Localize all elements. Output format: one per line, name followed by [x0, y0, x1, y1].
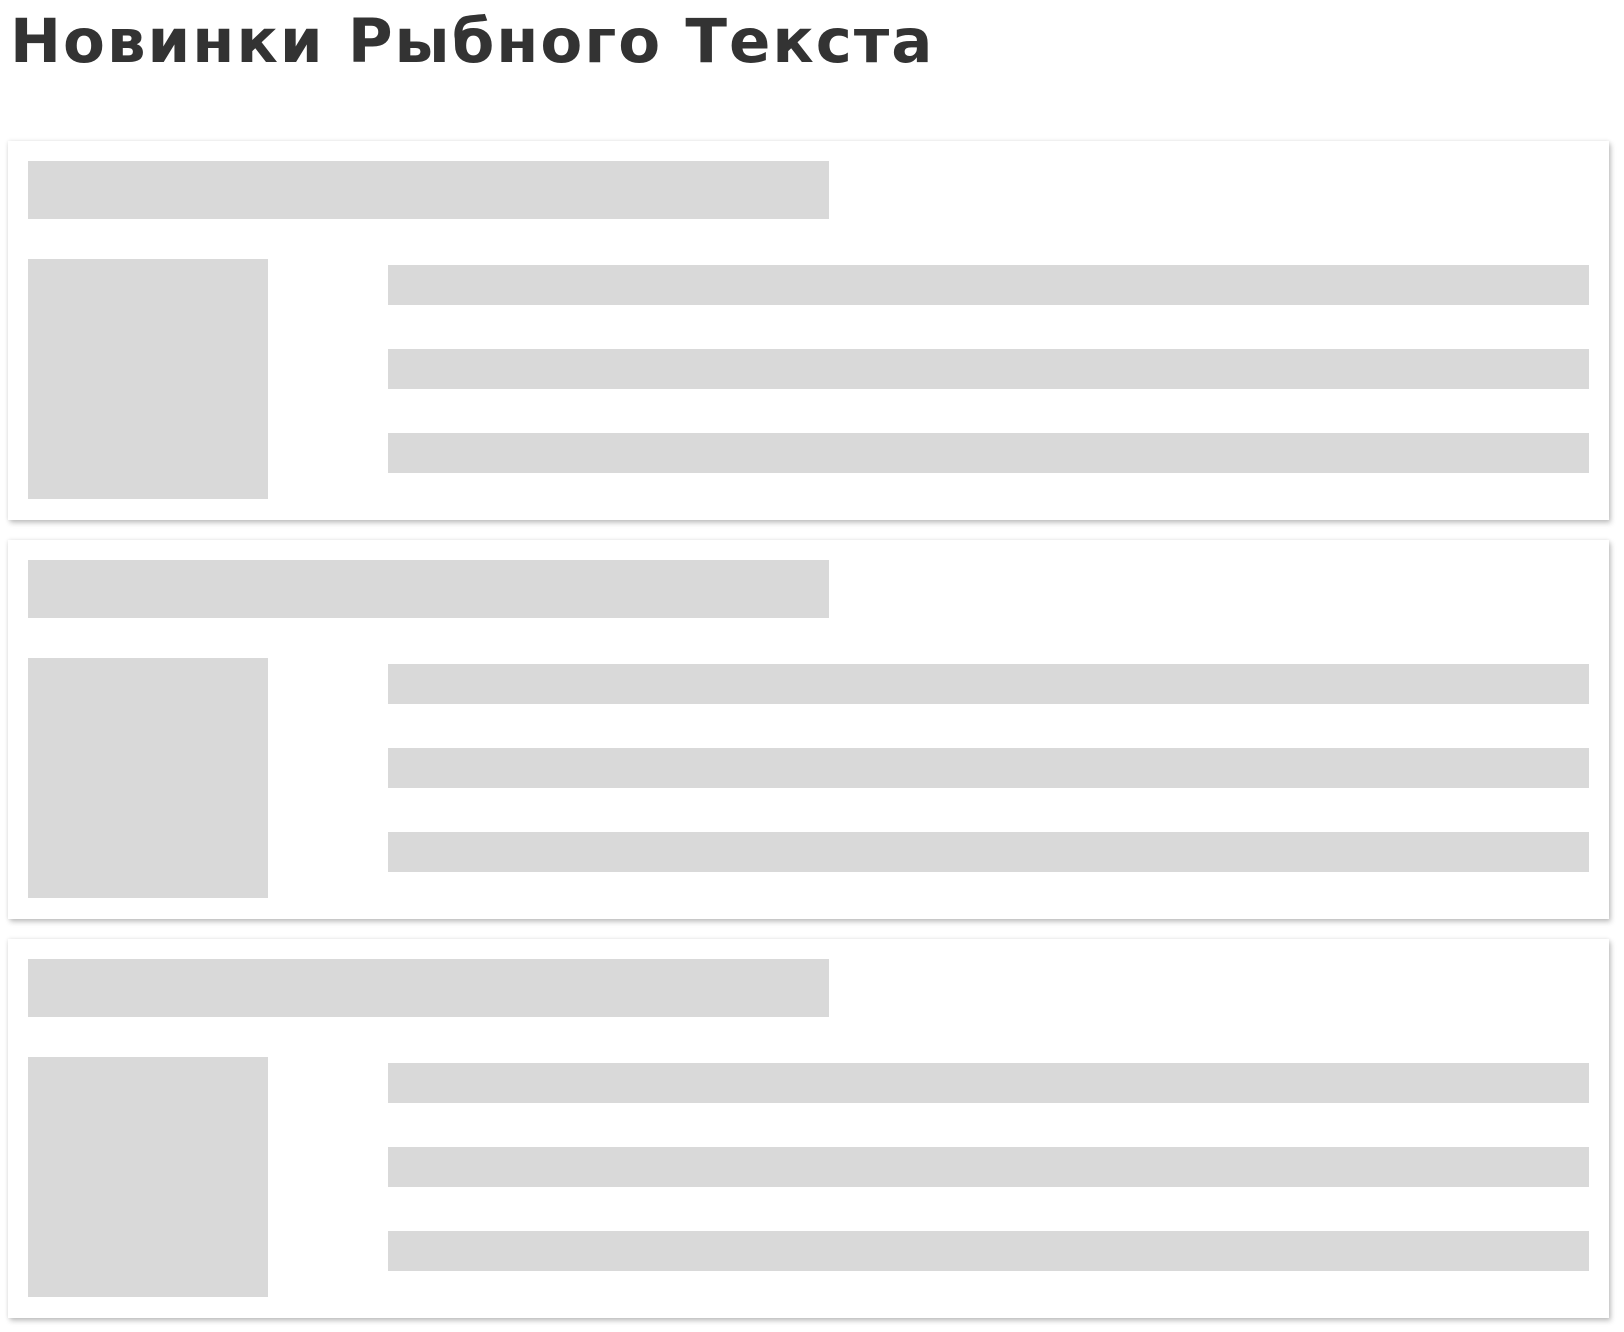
skeleton-thumbnail	[28, 259, 268, 499]
skeleton-thumbnail	[28, 658, 268, 898]
skeleton-thumbnail	[28, 1057, 268, 1297]
card-skeleton	[8, 141, 1609, 520]
card-skeleton	[8, 939, 1609, 1318]
page-title: Новинки Рыбного Текста	[10, 6, 935, 77]
skeleton-text-line	[388, 832, 1589, 872]
card-skeleton	[8, 540, 1609, 919]
skeleton-title-bar	[28, 161, 829, 219]
skeleton-title-bar	[28, 560, 829, 618]
skeleton-text-line	[388, 1147, 1589, 1187]
skeleton-text-line	[388, 349, 1589, 389]
skeleton-text-line	[388, 1231, 1589, 1271]
skeleton-text-line	[388, 433, 1589, 473]
skeleton-text-line	[388, 664, 1589, 704]
skeleton-text-line	[388, 748, 1589, 788]
skeleton-text-line	[388, 1063, 1589, 1103]
card-list	[8, 141, 1609, 1318]
skeleton-text-line	[388, 265, 1589, 305]
skeleton-title-bar	[28, 959, 829, 1017]
